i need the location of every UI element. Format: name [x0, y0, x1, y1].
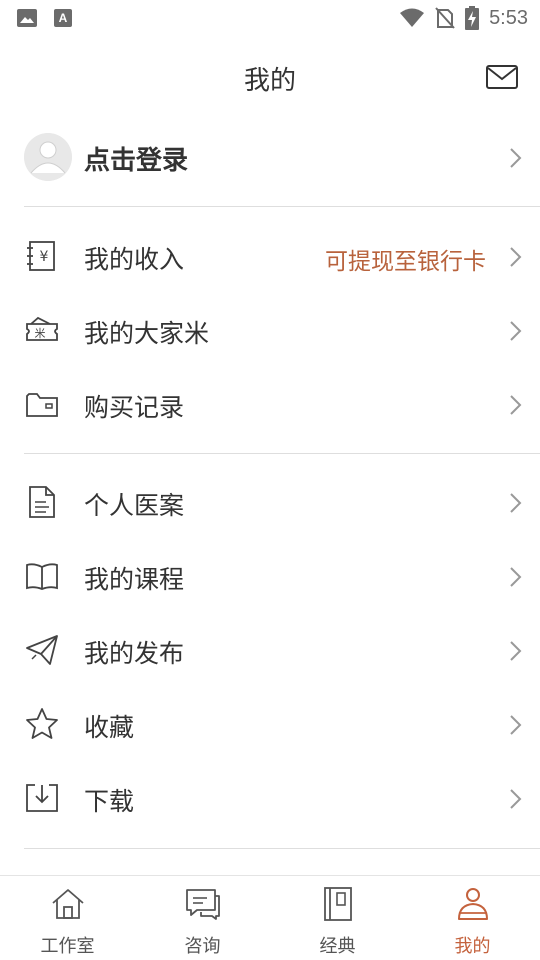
- page-title: 我的: [243, 66, 296, 96]
- header: 我的: [0, 50, 540, 106]
- chevron-right-icon: [510, 715, 522, 735]
- wifi-icon: [400, 8, 425, 27]
- chevron-right-icon: [510, 567, 522, 587]
- send-icon: [26, 635, 58, 665]
- menu-item-favorites[interactable]: 收藏: [0, 688, 540, 762]
- book-icon: [26, 563, 58, 590]
- classic-book-icon: [323, 887, 352, 921]
- tab-label: 工作室: [40, 936, 95, 957]
- tab-classics[interactable]: 经典: [270, 876, 405, 960]
- chevron-right-icon: [510, 493, 522, 513]
- login-label: 点击登录: [84, 146, 189, 176]
- image-icon: [17, 9, 37, 27]
- login-row[interactable]: 点击登录: [24, 130, 540, 186]
- chevron-right-icon: [510, 789, 522, 809]
- menu-item-label: 我的发布: [84, 639, 185, 668]
- svg-text:¥: ¥: [40, 249, 49, 265]
- menu-item-medical-records[interactable]: 个人医案: [0, 466, 540, 540]
- chevron-right-icon: [510, 247, 522, 267]
- ticket-icon: 米: [26, 316, 58, 341]
- user-icon: [457, 888, 488, 920]
- download-icon: [26, 784, 58, 812]
- menu-item-posts[interactable]: 我的发布: [0, 614, 540, 688]
- tab-label: 咨询: [184, 936, 221, 957]
- star-icon: [26, 708, 58, 739]
- menu-item-dajiami[interactable]: 米 我的大家米: [0, 294, 540, 368]
- chevron-right-icon: [510, 395, 522, 415]
- bottom-tab-bar: 工作室 咨询 经典 我的: [0, 875, 540, 960]
- no-sim-icon: [435, 7, 455, 29]
- menu-item-label: 个人医案: [84, 491, 185, 520]
- divider: [24, 848, 540, 849]
- menu-item-label: 我的收入: [84, 245, 185, 274]
- status-time: 5:53: [489, 6, 528, 29]
- tab-studio[interactable]: 工作室: [0, 876, 135, 960]
- wallet-icon: [26, 393, 58, 417]
- menu-item-income[interactable]: ¥ 我的收入 可提现至银行卡: [0, 220, 540, 294]
- menu-item-label: 收藏: [84, 713, 135, 742]
- svg-text:米: 米: [35, 327, 46, 340]
- document-icon: [29, 486, 55, 518]
- menu-item-courses[interactable]: 我的课程: [0, 540, 540, 614]
- tab-mine[interactable]: 我的: [405, 876, 540, 960]
- menu-item-downloads[interactable]: 下载: [0, 762, 540, 836]
- chevron-right-icon: [510, 641, 522, 661]
- menu-item-label: 下载: [84, 787, 135, 816]
- home-icon: [51, 889, 84, 919]
- menu-item-label: 我的课程: [84, 565, 185, 594]
- chevron-right-icon: [510, 148, 522, 168]
- income-icon: ¥: [27, 241, 55, 271]
- font-icon: A: [54, 9, 72, 27]
- svg-text:A: A: [59, 11, 68, 25]
- chat-icon: [185, 889, 220, 920]
- battery-charging-icon: [465, 6, 480, 30]
- divider: [24, 453, 540, 454]
- menu-item-purchases[interactable]: 购买记录: [0, 368, 540, 442]
- menu-item-label: 我的大家米: [84, 319, 210, 348]
- status-bar: A 5:53: [0, 0, 540, 36]
- mail-icon[interactable]: [486, 64, 518, 90]
- menu-item-label: 购买记录: [84, 393, 185, 422]
- tab-consult[interactable]: 咨询: [135, 876, 270, 960]
- divider: [24, 206, 540, 207]
- withdraw-hint: 可提现至银行卡: [325, 249, 486, 275]
- default-avatar-icon: [24, 133, 72, 181]
- tab-label: 我的: [454, 936, 491, 957]
- tab-label: 经典: [319, 936, 356, 957]
- chevron-right-icon: [510, 321, 522, 341]
